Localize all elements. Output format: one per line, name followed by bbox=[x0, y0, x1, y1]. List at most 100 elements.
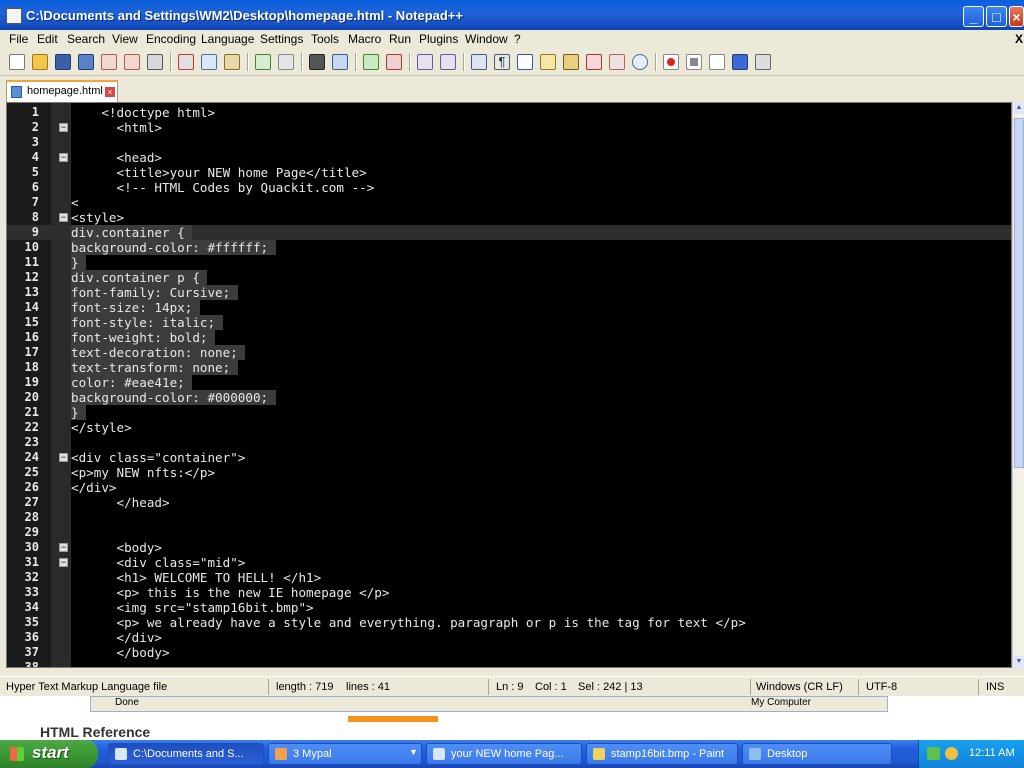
menu-edit[interactable]: Edit bbox=[37, 32, 58, 46]
tab-homepage-html[interactable]: homepage.html × bbox=[6, 80, 118, 102]
vertical-scrollbar[interactable]: ▲ ▼ bbox=[1012, 102, 1024, 668]
code-line[interactable]: 14 font-size: 14px; bbox=[7, 300, 1011, 315]
doc-map-icon[interactable] bbox=[563, 54, 579, 70]
background-browser-window[interactable]: Done My Computer HTML Reference bbox=[0, 696, 1024, 740]
code-line[interactable]: 36 </div> bbox=[7, 630, 1011, 645]
code-line[interactable]: 22 </style> bbox=[7, 420, 1011, 435]
code-line[interactable]: 29 bbox=[7, 525, 1011, 540]
code-line[interactable]: 35 <p> we already have a style and every… bbox=[7, 615, 1011, 630]
sync-horizontal-icon[interactable] bbox=[440, 54, 456, 70]
code-line[interactable]: 12 div.container p { bbox=[7, 270, 1011, 285]
menu-plugins[interactable]: Plugins bbox=[419, 32, 458, 46]
record-macro-icon[interactable] bbox=[663, 54, 679, 70]
menu-settings[interactable]: Settings bbox=[260, 32, 303, 46]
code-line[interactable]: 31 − <div class="mid"> bbox=[7, 555, 1011, 570]
code-line[interactable]: 24 − <div class="container"> bbox=[7, 450, 1011, 465]
code-line[interactable]: 4 − <head> bbox=[7, 150, 1011, 165]
menu-tools[interactable]: Tools bbox=[311, 32, 339, 46]
save-macro-icon[interactable] bbox=[755, 54, 771, 70]
folder-workspace-icon[interactable] bbox=[609, 54, 625, 70]
copy-icon[interactable] bbox=[201, 54, 217, 70]
network-icon[interactable] bbox=[927, 747, 940, 760]
code-line[interactable]: 8 − <style> bbox=[7, 210, 1011, 225]
run-macro-multiple-icon[interactable] bbox=[732, 54, 748, 70]
task-mypal[interactable]: 3 Mypal ▼ bbox=[268, 743, 422, 765]
code-line[interactable]: 6 <!-- HTML Codes by Quackit.com --> bbox=[7, 180, 1011, 195]
code-line[interactable]: 11} bbox=[7, 255, 1011, 270]
paste-icon[interactable] bbox=[224, 54, 240, 70]
menu-view[interactable]: View bbox=[112, 32, 138, 46]
code-line[interactable]: 34 <img src="stamp16bit.bmp"> bbox=[7, 600, 1011, 615]
code-line[interactable]: 13 font-family: Cursive; bbox=[7, 285, 1011, 300]
fold-toggle-icon[interactable]: − bbox=[59, 123, 68, 132]
menu-search[interactable]: Search bbox=[67, 32, 105, 46]
menu-file[interactable]: File bbox=[9, 32, 28, 46]
code-line[interactable]: 10 background-color: #ffffff; bbox=[7, 240, 1011, 255]
fold-toggle-icon[interactable]: − bbox=[59, 153, 68, 162]
scroll-down-arrow-icon[interactable]: ▼ bbox=[1014, 656, 1024, 668]
play-macro-icon[interactable] bbox=[709, 54, 725, 70]
close-all-icon[interactable] bbox=[124, 54, 140, 70]
monitor-icon[interactable] bbox=[632, 54, 648, 70]
code-line[interactable]: 1 <!doctype html> bbox=[7, 105, 1011, 120]
open-file-icon[interactable] bbox=[32, 54, 48, 70]
save-icon[interactable] bbox=[55, 54, 71, 70]
print-icon[interactable] bbox=[147, 54, 163, 70]
find-icon[interactable] bbox=[309, 54, 325, 70]
code-line[interactable]: 28 bbox=[7, 510, 1011, 525]
code-line[interactable]: 30 − <body> bbox=[7, 540, 1011, 555]
code-line[interactable]: 23 bbox=[7, 435, 1011, 450]
fold-toggle-icon[interactable]: − bbox=[59, 543, 68, 552]
scrollbar-thumb[interactable] bbox=[1014, 118, 1024, 468]
code-line[interactable]: 15 font-style: italic; bbox=[7, 315, 1011, 330]
code-line[interactable]: 16 font-weight: bold; bbox=[7, 330, 1011, 345]
tab-close-icon[interactable]: × bbox=[105, 87, 115, 97]
code-line[interactable]: 2 − <html> bbox=[7, 120, 1011, 135]
code-line[interactable]: 7 < bbox=[7, 195, 1011, 210]
code-line[interactable]: 37 </body> bbox=[7, 645, 1011, 660]
show-all-chars-icon[interactable]: ¶ bbox=[494, 54, 510, 70]
title-bar[interactable]: C:\Documents and Settings\WM2\Desktop\ho… bbox=[0, 0, 1024, 30]
code-line[interactable]: 27 </head> bbox=[7, 495, 1011, 510]
code-line[interactable]: 3 bbox=[7, 135, 1011, 150]
fold-toggle-icon[interactable]: − bbox=[59, 558, 68, 567]
task-browser[interactable]: your NEW home Pag... bbox=[426, 743, 582, 765]
redo-icon[interactable] bbox=[278, 54, 294, 70]
code-editor[interactable]: 1 <!doctype html> 2− <html> 3 4− <head> 5 <t… bbox=[6, 102, 1012, 668]
menu-run[interactable]: Run bbox=[389, 32, 411, 46]
start-button[interactable]: start bbox=[0, 740, 98, 768]
code-line[interactable]: 17 text-decoration: none; bbox=[7, 345, 1011, 360]
code-line[interactable]: 5 <title>your NEW home Page</title> bbox=[7, 165, 1011, 180]
function-list-icon[interactable] bbox=[586, 54, 602, 70]
code-line[interactable]: 21} bbox=[7, 405, 1011, 420]
minimize-button[interactable]: _ bbox=[963, 6, 984, 27]
close-document-button[interactable]: X bbox=[1015, 32, 1023, 46]
code-line[interactable]: 20 background-color: #000000; bbox=[7, 390, 1011, 405]
code-line[interactable]: 9 div.container { bbox=[7, 225, 1011, 240]
new-file-icon[interactable] bbox=[9, 54, 25, 70]
stop-macro-icon[interactable] bbox=[686, 54, 702, 70]
code-line[interactable]: 32 <h1> WELCOME TO HELL! </h1> bbox=[7, 570, 1011, 585]
save-all-icon[interactable] bbox=[78, 54, 94, 70]
zoom-in-icon[interactable] bbox=[363, 54, 379, 70]
sync-vertical-icon[interactable] bbox=[417, 54, 433, 70]
code-line[interactable]: 18 text-transform: none; bbox=[7, 360, 1011, 375]
menu-window[interactable]: Window bbox=[465, 32, 508, 46]
menu-macro[interactable]: Macro bbox=[348, 32, 381, 46]
menu-language[interactable]: Language bbox=[201, 32, 254, 46]
code-line[interactable]: 38 bbox=[7, 660, 1011, 667]
close-button[interactable]: × bbox=[1009, 6, 1024, 27]
fold-toggle-icon[interactable]: − bbox=[59, 213, 68, 222]
code-line[interactable]: 33 <p> this is the new IE homepage </p> bbox=[7, 585, 1011, 600]
task-notepadpp[interactable]: C:\Documents and S... bbox=[108, 743, 264, 765]
indent-guide-icon[interactable] bbox=[517, 54, 533, 70]
undo-icon[interactable] bbox=[255, 54, 271, 70]
zoom-out-icon[interactable] bbox=[386, 54, 402, 70]
clock[interactable]: 12:11 AM bbox=[969, 747, 1015, 759]
menu-encoding[interactable]: Encoding bbox=[146, 32, 196, 46]
user-lang-icon[interactable] bbox=[540, 54, 556, 70]
cut-icon[interactable] bbox=[178, 54, 194, 70]
task-desktop[interactable]: Desktop bbox=[742, 743, 892, 765]
code-line[interactable]: 26 </div> bbox=[7, 480, 1011, 495]
code-line[interactable]: 25 <p>my NEW nfts:</p> bbox=[7, 465, 1011, 480]
